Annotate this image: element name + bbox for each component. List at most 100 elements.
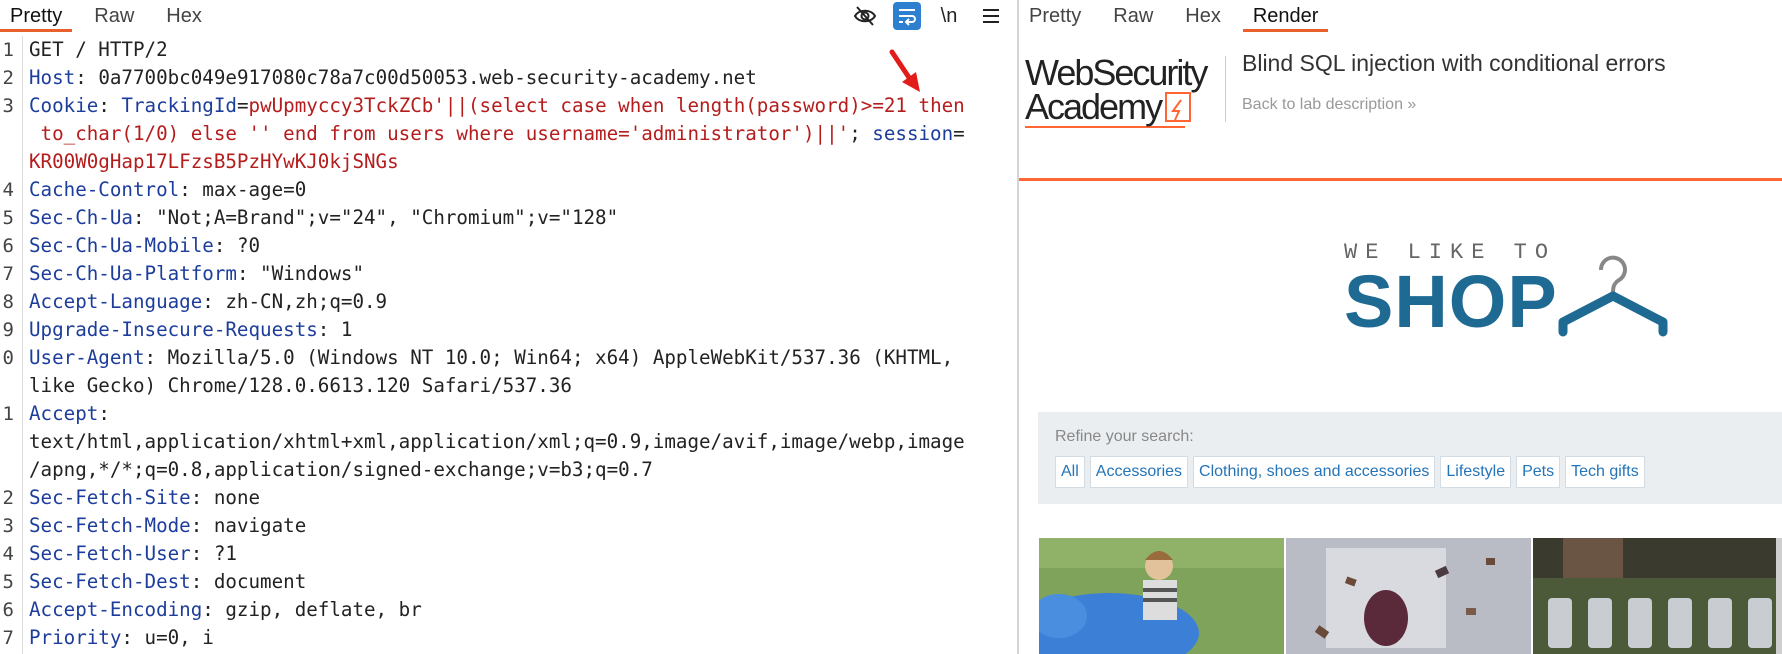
code-line[interactable]: Accept-Language: zh-CN,zh;q=0.9 [29,288,1011,316]
request-code[interactable]: GET / HTTP/2 Host: 0a7700bc049e917080c78a… [29,36,1011,652]
code-line[interactable]: text/html,application/xhtml+xml,applicat… [29,428,1011,456]
header-value: : ?1 [190,542,237,565]
refine-search-panel: Refine your search: All Accessories Clot… [1038,412,1782,504]
line-number: 5 [2,571,14,593]
header-name: Host [29,66,76,89]
tab-hex[interactable]: Hex [1175,5,1231,32]
filter-pets[interactable]: Pets [1516,456,1561,488]
code-line[interactable]: Host: 0a7700bc049e917080c78a7c00d50053.w… [29,64,1011,92]
line-number: 7 [2,263,14,285]
eye-slash-icon[interactable] [851,2,879,30]
header-separator [1225,56,1226,122]
line-number: 3 [2,515,14,537]
logo-line2: Academy [1025,86,1163,127]
code-line[interactable]: Priority: u=0, i [29,624,1011,652]
line-number: 7 [2,627,14,649]
code-line[interactable]: Sec-Fetch-Dest: document [29,568,1011,596]
header-name: Accept-Encoding [29,598,203,621]
code-line[interactable]: Sec-Fetch-Site: none [29,484,1011,512]
header-name: User-Agent [29,346,145,369]
code-line[interactable]: User-Agent: Mozilla/5.0 (Windows NT 10.0… [29,344,1011,372]
code-line[interactable]: /apng,*/*;q=0.8,application/signed-excha… [29,456,1011,484]
menu-icon[interactable] [977,2,1005,30]
line-number: 6 [2,599,14,621]
filter-lifestyle[interactable]: Lifestyle [1440,456,1512,488]
tab-pretty[interactable]: Pretty [1019,5,1091,32]
tab-render[interactable]: Render [1242,5,1329,32]
product-image-beer-belt[interactable] [1533,538,1778,654]
header-value: text/html,application/xhtml+xml,applicat… [29,430,965,453]
header-name: TrackingId [121,94,237,117]
logo-bolt-icon [1165,92,1192,123]
line-number: 5 [2,207,14,229]
header-name: Accept [29,402,99,425]
header-name: Accept-Language [29,290,203,313]
header-value: : Mozilla/5.0 (Windows NT 10.0; Win64; x… [144,346,954,369]
code-line[interactable]: Sec-Ch-Ua-Platform: "Windows" [29,260,1011,288]
category-filters: All Accessories Clothing, shoes and acce… [1055,456,1645,488]
code-line[interactable]: KR00W0gHap17LFzsB5PzHYwKJ0kjSNGs [29,148,1011,176]
line-number: 9 [2,319,14,341]
header-value: : u=0, i [121,626,214,649]
request-editor[interactable]: 1 2 3 4 5 6 7 8 9 0 1 2 3 4 5 6 7 GET / … [0,36,1017,654]
header-value: : 1 [317,318,353,341]
tab-hex[interactable]: Hex [156,5,212,32]
line-number: 8 [2,291,14,313]
code-line[interactable]: like Gecko) Chrome/128.0.6613.120 Safari… [29,372,1011,400]
tab-raw[interactable]: Raw [84,5,144,32]
hanger-icon [1558,255,1668,337]
header-name: Sec-Fetch-Dest [29,570,191,593]
code-line[interactable]: Sec-Fetch-Mode: navigate [29,512,1011,540]
code-line[interactable]: Sec-Ch-Ua: "Not;A=Brand";v="24", "Chromi… [29,204,1011,232]
header-value: : "Not;A=Brand";v="24", "Chromium";v="12… [132,206,619,229]
code-line[interactable]: Sec-Fetch-User: ?1 [29,540,1011,568]
code-line[interactable]: Cookie: TrackingId=pwUpmyccy3TckZCb'||(s… [29,92,1011,120]
line-number: 2 [2,67,14,89]
request-pane: Pretty Raw Hex \n 1 2 3 4 5 6 7 8 9 0 1 … [0,0,1017,654]
code-line[interactable]: GET / HTTP/2 [29,36,1011,64]
code-line[interactable]: Upgrade-Insecure-Requests: 1 [29,316,1011,344]
line-number: 2 [2,487,14,509]
line-number: 1 [2,403,14,425]
render-scrollbar[interactable] [1776,538,1782,654]
header-name: Sec-Ch-Ua-Platform [29,262,237,285]
header-name: Sec-Ch-Ua [29,206,133,229]
refine-label: Refine your search: [1055,428,1194,445]
header-value: : gzip, deflate, br [202,598,422,621]
header-name: Sec-Ch-Ua-Mobile [29,234,214,257]
code-line[interactable]: Sec-Ch-Ua-Mobile: ?0 [29,232,1011,260]
tab-raw[interactable]: Raw [1103,5,1163,32]
red-arrow-icon [889,49,920,92]
header-name: session [872,122,954,145]
header-value: = [236,94,249,117]
payload-text: KR00W0gHap17LFzsB5PzHYwKJ0kjSNGs [29,150,399,173]
header-name: Cookie [29,94,99,117]
newline-icon[interactable]: \n [935,2,963,30]
payload-text: pwUpmyccy3TckZCb'||(select case when len… [248,94,965,117]
code-line[interactable]: to_char(1/0) else '' end from users wher… [29,120,1011,148]
code-line[interactable]: Accept: [29,400,1011,428]
response-pane: Pretty Raw Hex Render WebSecurity Academ… [1019,0,1782,654]
back-to-lab-link[interactable]: Back to lab description » [1242,96,1416,114]
header-value: GET / HTTP/2 [29,38,168,61]
header-value: : ?0 [213,234,261,257]
line-number: 1 [2,39,14,61]
filter-accessories[interactable]: Accessories [1089,456,1189,488]
header-value: : navigate [190,514,307,537]
filter-clothing[interactable]: Clothing, shoes and accessories [1193,456,1436,488]
wrap-icon[interactable] [893,2,921,30]
product-image-beanbag[interactable] [1039,538,1284,654]
product-image-flying-books[interactable] [1286,538,1531,654]
header-value: : zh-CN,zh;q=0.9 [202,290,388,313]
line-number: 6 [2,235,14,257]
code-line[interactable]: Cache-Control: max-age=0 [29,176,1011,204]
header-value: : max-age=0 [179,178,307,201]
tab-pretty[interactable]: Pretty [0,5,73,32]
header-value: : [98,94,122,117]
response-tabs: Pretty Raw Hex Render [1019,0,1782,32]
code-line[interactable]: Accept-Encoding: gzip, deflate, br [29,596,1011,624]
lab-header: WebSecurity Academy Blind SQL injection … [1019,36,1782,181]
filter-tech-gifts[interactable]: Tech gifts [1565,456,1645,488]
header-name: Sec-Fetch-User [29,542,191,565]
filter-all[interactable]: All [1055,456,1085,488]
